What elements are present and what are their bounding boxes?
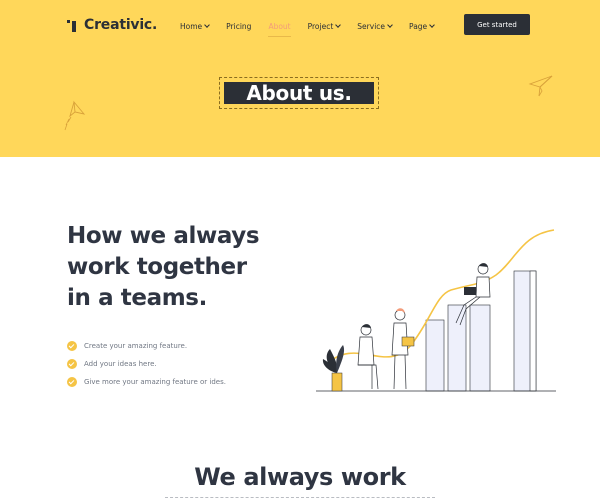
nav-item-label: Service	[357, 21, 386, 31]
nav-item-home[interactable]: Home	[180, 19, 210, 33]
nav-item-service[interactable]: Service	[357, 19, 393, 33]
nav-item-label: Page	[409, 21, 428, 31]
chevron-down-icon	[204, 22, 210, 28]
feature-text: Create your amazing feature.	[84, 342, 188, 350]
page-title: About us.	[224, 81, 374, 105]
bar-3	[469, 304, 491, 392]
bar-2	[447, 304, 467, 392]
list-item: Create your amazing feature.	[67, 337, 226, 355]
list-item: Add your ideas here.	[67, 355, 226, 373]
feature-text: Give more your amazing feature or ides.	[84, 378, 226, 386]
check-circle-icon	[67, 341, 77, 351]
section-title: We always work	[194, 463, 406, 491]
paper-plane-icon	[64, 100, 86, 131]
brand-logo[interactable]: Creativic.	[66, 15, 157, 35]
nav-item-pricing[interactable]: Pricing	[226, 19, 251, 33]
bar-1	[425, 319, 445, 392]
page-title-frame: About us.	[219, 77, 379, 109]
nav-item-project[interactable]: Project	[307, 19, 342, 33]
nav-item-label: About	[268, 21, 291, 31]
teamwork-illustration	[316, 229, 556, 392]
chevron-down-icon	[429, 22, 436, 28]
list-item: Give more your amazing feature or ides.	[67, 373, 226, 391]
section-divider	[165, 497, 435, 498]
check-circle-icon	[67, 377, 77, 387]
feature-text: Add your ideas here.	[84, 360, 157, 368]
chevron-down-icon	[387, 22, 393, 28]
brand-name: Creativic.	[84, 17, 158, 33]
logo-mark-icon	[66, 18, 80, 32]
intro-headline: How we always work together in a teams.	[67, 221, 307, 314]
headline-line: in a teams.	[67, 285, 207, 311]
check-circle-icon	[67, 359, 77, 369]
headline-line: How we always	[67, 223, 260, 249]
nav-item-label: Project	[307, 21, 334, 31]
nav-item-label: Home	[180, 21, 203, 31]
main-nav: Home Pricing About Project Service Page	[180, 19, 451, 37]
headline-line: work together	[67, 254, 247, 280]
feature-list: Create your amazing feature. Add your id…	[67, 337, 226, 391]
get-started-button[interactable]: Get started	[464, 14, 530, 35]
nav-item-label: Pricing	[226, 21, 252, 31]
paper-plane-icon	[528, 75, 553, 97]
nav-item-about[interactable]: About	[268, 19, 291, 37]
nav-item-page[interactable]: Page	[409, 19, 436, 33]
chevron-down-icon	[335, 22, 342, 28]
